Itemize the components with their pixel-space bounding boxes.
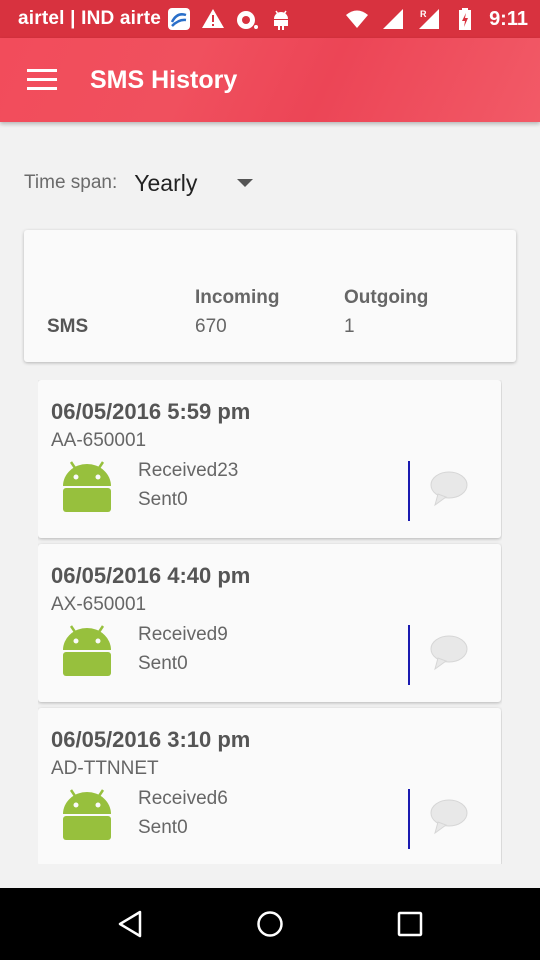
warning-icon	[201, 7, 225, 31]
divider	[408, 789, 410, 849]
time-span-value: Yearly	[134, 169, 198, 196]
entry-sender: AD-TTNNET	[51, 758, 159, 779]
incoming-header: Incoming	[195, 287, 280, 308]
entry-sender: AA-650001	[51, 430, 147, 451]
divider	[408, 625, 410, 685]
received-count: Received6	[138, 788, 228, 809]
back-button[interactable]	[100, 894, 160, 954]
chat-bubble-icon[interactable]	[429, 634, 469, 672]
received-count: Received9	[138, 624, 228, 645]
android-icon	[63, 625, 111, 676]
sent-count: Sent0	[138, 817, 188, 838]
app-bar: SMS History	[0, 38, 540, 122]
data-transfer-icon	[167, 7, 191, 31]
status-bar: airtel | IND airte R 9:11	[0, 0, 540, 38]
sms-row-label: SMS	[47, 316, 89, 337]
received-count: Received23	[138, 460, 239, 481]
time-span-filter: Time span: Yearly	[24, 166, 254, 200]
entry-sender: AX-650001	[51, 594, 147, 615]
hamburger-menu-icon	[27, 69, 57, 90]
list-item[interactable]: 06/05/2016 3:10 pm AD-TTNNET Received6 S…	[38, 708, 501, 864]
entry-date: 06/05/2016 4:40 pm	[51, 563, 251, 588]
menu-button[interactable]	[0, 38, 84, 122]
recents-icon	[397, 911, 423, 937]
page-title: SMS History	[90, 65, 238, 94]
sent-count: Sent0	[138, 653, 188, 674]
outgoing-header: Outgoing	[344, 287, 429, 308]
clock: 9:11	[489, 7, 528, 30]
outgoing-count: 1	[344, 316, 355, 337]
dropdown-arrow-icon	[237, 179, 254, 187]
signal-icon	[381, 7, 405, 31]
home-icon	[257, 911, 283, 937]
time-span-dropdown[interactable]: Yearly	[134, 169, 254, 197]
android-icon	[63, 789, 111, 840]
time-span-label: Time span:	[24, 172, 118, 193]
android-icon	[63, 461, 111, 512]
chat-bubble-icon[interactable]	[429, 470, 469, 508]
android-icon	[269, 7, 293, 31]
chat-bubble-icon[interactable]	[429, 798, 469, 836]
roaming-signal-icon: R	[417, 7, 441, 31]
battery-icon	[453, 7, 477, 31]
list-item[interactable]: 06/05/2016 4:40 pm AX-650001 Received9 S…	[38, 544, 501, 702]
system-nav-bar	[0, 888, 540, 960]
camera-icon	[235, 7, 259, 31]
entry-date: 06/05/2016 5:59 pm	[51, 399, 251, 424]
system-icons: R 9:11	[345, 7, 528, 31]
carrier-name: airtel | IND airte	[18, 8, 162, 29]
home-button[interactable]	[240, 894, 300, 954]
notification-icons	[167, 7, 293, 31]
sms-history-list[interactable]: 06/05/2016 5:59 pm AA-650001 Received23 …	[38, 380, 502, 864]
summary-card: Incoming Outgoing SMS 670 1	[24, 230, 516, 362]
list-item[interactable]: 06/05/2016 5:59 pm AA-650001 Received23 …	[38, 380, 501, 538]
svg-text:R: R	[420, 9, 427, 19]
sent-count: Sent0	[138, 489, 188, 510]
wifi-icon	[345, 7, 369, 31]
divider	[408, 461, 410, 521]
incoming-count: 670	[195, 316, 227, 337]
entry-date: 06/05/2016 3:10 pm	[51, 727, 251, 752]
recents-button[interactable]	[380, 894, 440, 954]
back-icon	[118, 910, 142, 938]
